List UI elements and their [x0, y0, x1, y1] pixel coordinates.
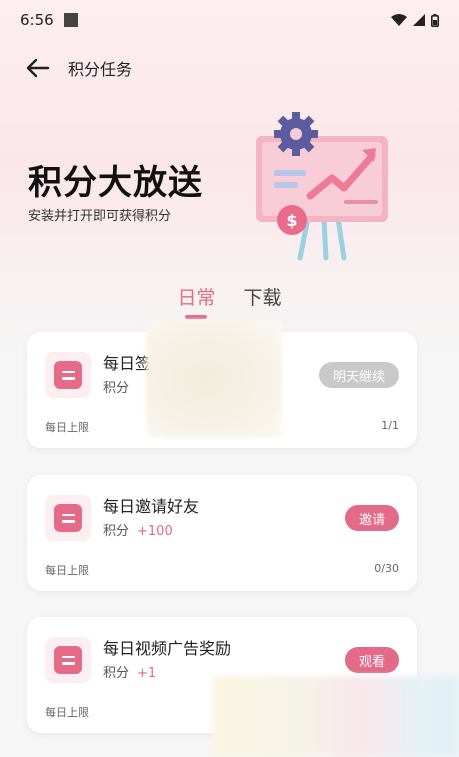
wifi-icon — [391, 14, 407, 26]
notification-icon — [63, 13, 78, 27]
daily-limit-label: 每日上限 — [45, 706, 89, 719]
blurred-overlay — [213, 676, 459, 757]
hero-subtitle: 安装并打开即可获得积分 — [28, 209, 172, 224]
invite-button[interactable]: 邀请 — [344, 505, 399, 531]
task-card-invite: 每日邀请好友 积分 +100 每日上限 0/30 邀请 — [27, 475, 417, 591]
arrow-left-icon — [26, 58, 50, 78]
svg-text:$: $ — [286, 211, 297, 230]
status-bar: 6:56 — [0, 0, 459, 40]
daily-limit-count: 1/1 — [381, 419, 399, 432]
tab-daily[interactable]: 日常 — [177, 283, 215, 319]
back-button[interactable] — [24, 54, 52, 82]
watch-button[interactable]: 观看 — [344, 647, 399, 673]
daily-limit-label: 每日上限 — [45, 421, 89, 434]
app-header: 积分任务 — [0, 50, 459, 86]
task-name: 每日视频广告奖励 — [103, 639, 232, 658]
points-value: +100 — [137, 524, 173, 539]
points-label: 积分 — [103, 381, 130, 396]
signal-icon — [413, 14, 425, 26]
battery-icon — [431, 13, 439, 27]
hero-title: 积分大放送 — [28, 163, 203, 203]
continue-tomorrow-button[interactable]: 明天继续 — [318, 362, 399, 388]
document-icon — [54, 504, 82, 532]
points-label: 积分 — [103, 524, 130, 539]
tab-download[interactable]: 下载 — [244, 283, 282, 319]
status-time: 6:56 — [20, 11, 54, 29]
tab-bar: 日常 下载 — [0, 283, 459, 323]
task-name: 每日签 — [103, 354, 152, 373]
points-value: +1 — [137, 666, 157, 681]
points-label: 积分 — [103, 666, 130, 681]
blurred-overlay — [146, 320, 282, 438]
daily-limit-label: 每日上限 — [45, 564, 89, 577]
document-icon — [54, 646, 82, 674]
document-icon — [54, 361, 82, 389]
page-title: 积分任务 — [68, 60, 133, 79]
task-name: 每日邀请好友 — [103, 497, 200, 516]
daily-limit-count: 0/30 — [374, 562, 399, 575]
presentation-board-icon: $ — [256, 112, 388, 261]
